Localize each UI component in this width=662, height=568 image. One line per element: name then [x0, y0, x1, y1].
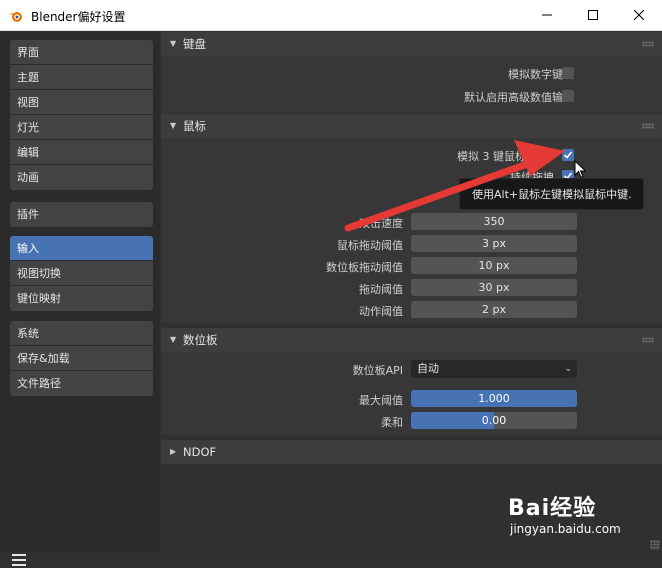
- watermark-brand: Bai经验: [508, 496, 597, 521]
- watermark-url: jingyan.baidu.com: [510, 522, 621, 536]
- resize-grip-icon[interactable]: [650, 540, 660, 550]
- baidu-watermark: Bai经验 jingyan.baidu.com: [508, 490, 648, 540]
- hamburger-menu-icon[interactable]: [11, 552, 27, 568]
- annotation-arrow-icon: [344, 140, 565, 232]
